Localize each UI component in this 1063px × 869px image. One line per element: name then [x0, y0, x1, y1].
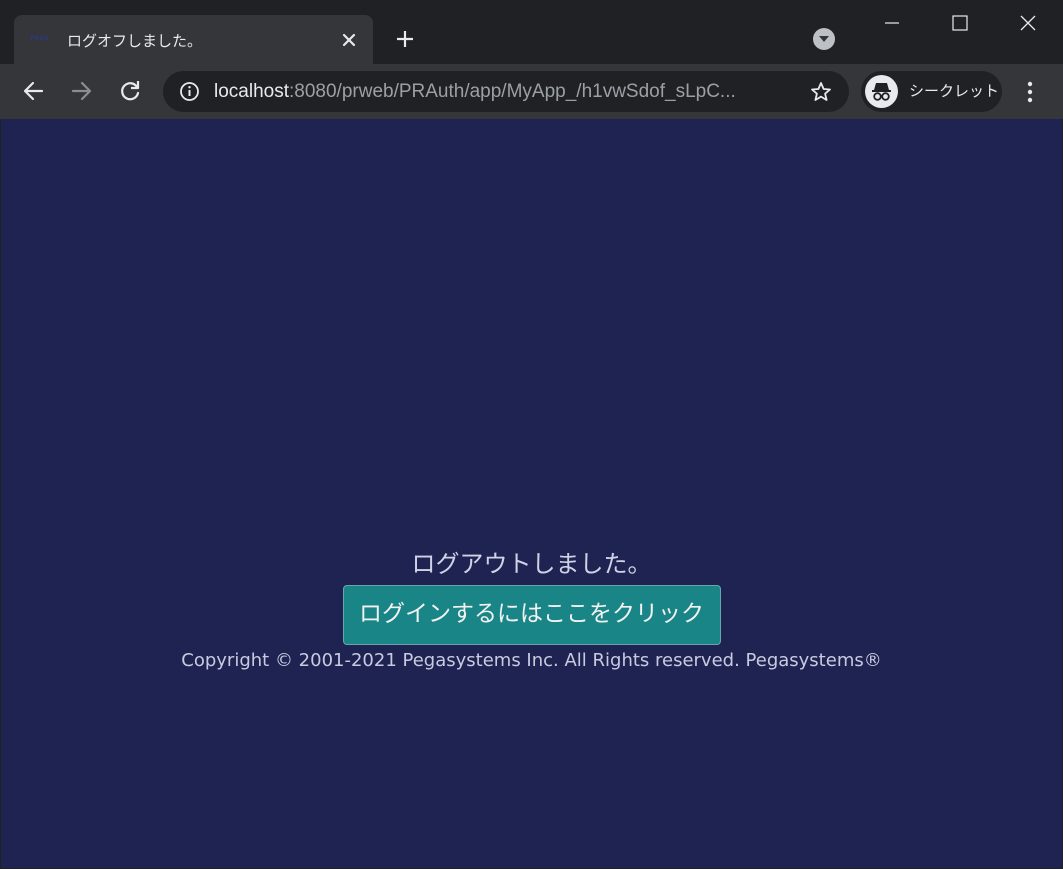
page-viewport: ログアウトしました。 ログインするにはここをクリック Copyright © 2… [1, 119, 1062, 868]
window-maximize-icon[interactable] [944, 8, 976, 38]
address-bar[interactable]: localhost:8080/prweb/PRAuth/app/MyApp_/h… [163, 71, 849, 112]
login-button[interactable]: ログインするにはここをクリック [342, 585, 721, 645]
window-minimize-icon[interactable] [876, 8, 908, 38]
forward-arrow-icon[interactable] [68, 77, 96, 105]
reload-icon[interactable] [116, 77, 144, 105]
browser-toolbar: localhost:8080/prweb/PRAuth/app/MyApp_/h… [0, 64, 1063, 119]
url-host: localhost [214, 81, 289, 102]
incognito-label: シークレット [909, 82, 1000, 100]
new-tab-plus-icon[interactable] [393, 27, 417, 51]
copyright-text: Copyright © 2001-2021 Pegasystems Inc. A… [181, 650, 882, 671]
tab-title: ログオフしました。 [67, 32, 203, 50]
tab-search-dropdown-icon[interactable] [813, 28, 835, 50]
site-info-icon[interactable] [179, 81, 200, 102]
incognito-profile-button[interactable]: シークレット [861, 71, 1002, 112]
incognito-icon [865, 75, 898, 108]
logout-message: ログアウトしました。 [411, 550, 652, 578]
url-text[interactable]: localhost:8080/prweb/PRAuth/app/MyApp_/h… [214, 71, 794, 112]
back-arrow-icon[interactable] [20, 77, 48, 105]
tab-close-icon[interactable] [338, 29, 360, 51]
pega-favicon-icon: PEGA [30, 35, 50, 42]
browser-titlebar: PEGA ログオフしました。 [0, 0, 1063, 64]
bookmark-star-icon[interactable] [809, 80, 833, 104]
logout-panel: ログアウトしました。 ログインするにはここをクリック Copyright © 2… [1, 547, 1062, 674]
url-path: :8080/prweb/PRAuth/app/MyApp_/h1vwSdof_s… [289, 81, 736, 102]
window-close-icon[interactable] [1012, 8, 1044, 38]
more-menu-icon[interactable] [1018, 79, 1042, 105]
browser-tab[interactable]: PEGA ログオフしました。 [14, 15, 373, 64]
